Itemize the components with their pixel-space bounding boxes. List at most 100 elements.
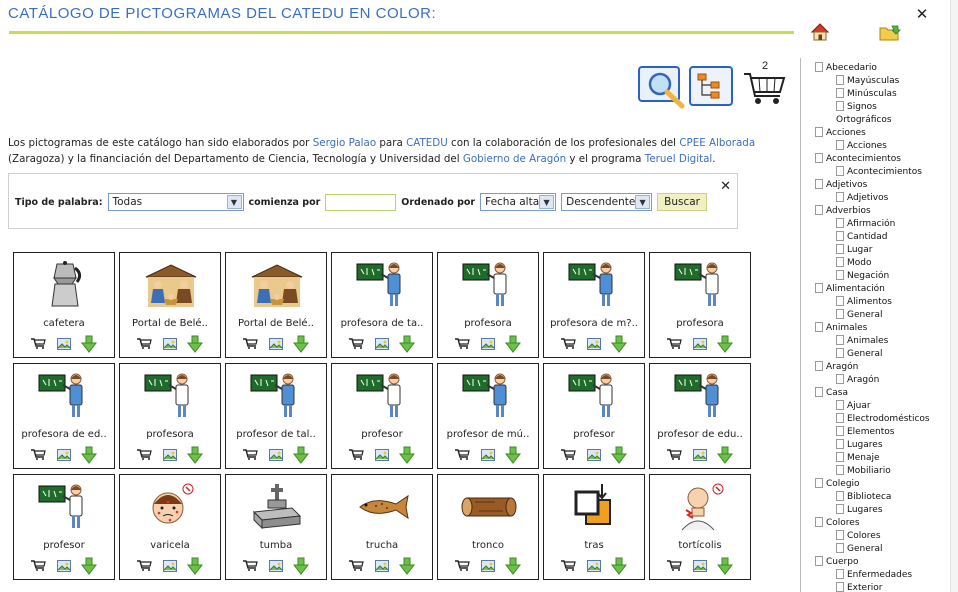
download-icon[interactable] xyxy=(610,446,628,467)
download-icon[interactable] xyxy=(610,557,628,578)
download-icon[interactable] xyxy=(292,335,310,356)
tree-subcategory[interactable]: Biblioteca xyxy=(836,491,891,504)
download-icon[interactable] xyxy=(292,557,310,578)
teacher-icon[interactable] xyxy=(461,370,517,422)
view-image-icon[interactable] xyxy=(693,449,707,464)
tree-subcategory[interactable]: Mayúsculas xyxy=(836,75,899,88)
tree-subcategory[interactable]: Acontecimientos xyxy=(836,166,922,179)
view-image-icon[interactable] xyxy=(375,449,389,464)
view-image-icon[interactable] xyxy=(481,560,495,575)
word-type-select[interactable]: Todas ▼ xyxy=(107,193,244,211)
download-icon[interactable] xyxy=(504,335,522,356)
view-image-icon[interactable] xyxy=(57,449,71,464)
catedu-link[interactable]: CATEDU xyxy=(406,137,448,149)
search-catalog-icon[interactable] xyxy=(638,66,688,113)
tree-subcategory[interactable]: Afirmación xyxy=(836,218,895,231)
download-icon[interactable] xyxy=(504,557,522,578)
pictogram-card[interactable]: profesora de ed.. xyxy=(13,363,115,469)
close-filter-icon[interactable]: ✕ xyxy=(720,179,731,194)
add-to-cart-icon[interactable] xyxy=(30,448,46,463)
pictogram-card[interactable]: profesora de ta.. xyxy=(331,252,433,358)
download-icon[interactable] xyxy=(716,557,734,578)
view-image-icon[interactable] xyxy=(57,338,71,353)
view-image-icon[interactable] xyxy=(693,338,707,353)
tomb-icon[interactable] xyxy=(249,481,305,533)
teacher-icon[interactable] xyxy=(567,370,623,422)
chevron-down-icon[interactable]: ▼ xyxy=(226,195,242,209)
add-to-cart-icon[interactable] xyxy=(560,559,576,574)
category-tree-icon[interactable] xyxy=(689,66,733,109)
pictogram-card[interactable]: cafetera xyxy=(13,252,115,358)
tree-category[interactable]: Alimentación xyxy=(815,283,885,296)
tree-subcategory[interactable]: Exterior xyxy=(836,582,883,592)
chevron-down-icon[interactable]: ▼ xyxy=(539,195,555,209)
cpee-link[interactable]: CPEE Alborada xyxy=(679,137,755,149)
open-folder-icon[interactable] xyxy=(879,24,901,45)
download-icon[interactable] xyxy=(186,557,204,578)
tree-category[interactable]: Casa xyxy=(815,387,848,400)
teacher-icon[interactable] xyxy=(461,259,517,311)
add-to-cart-icon[interactable] xyxy=(348,559,364,574)
add-to-cart-icon[interactable] xyxy=(136,448,152,463)
view-image-icon[interactable] xyxy=(587,449,601,464)
add-to-cart-icon[interactable] xyxy=(348,448,364,463)
pictogram-card[interactable]: profesor de edu.. xyxy=(649,363,751,469)
download-icon[interactable] xyxy=(80,335,98,356)
add-to-cart-icon[interactable] xyxy=(560,448,576,463)
download-icon[interactable] xyxy=(186,335,204,356)
tree-subcategory[interactable]: Animales xyxy=(836,335,888,348)
add-to-cart-icon[interactable] xyxy=(242,337,258,352)
download-icon[interactable] xyxy=(292,446,310,467)
trout-icon[interactable] xyxy=(355,481,411,533)
tree-subcategory[interactable]: General xyxy=(836,348,882,361)
tree-category[interactable]: Animales xyxy=(815,322,867,335)
view-image-icon[interactable] xyxy=(163,449,177,464)
pictogram-card[interactable]: Portal de Belé.. xyxy=(119,252,221,358)
teacher-icon[interactable] xyxy=(37,370,93,422)
teacher-icon[interactable] xyxy=(355,370,411,422)
pictogram-card[interactable]: tortícolis xyxy=(649,474,751,580)
tree-category[interactable]: Colegio xyxy=(815,478,860,491)
tree-subcategory[interactable]: Ajuar xyxy=(836,400,871,413)
teacher-icon[interactable] xyxy=(355,259,411,311)
add-to-cart-icon[interactable] xyxy=(30,337,46,352)
teacher-icon[interactable] xyxy=(249,370,305,422)
add-to-cart-icon[interactable] xyxy=(242,559,258,574)
view-image-icon[interactable] xyxy=(163,338,177,353)
tree-category[interactable]: Abecedario xyxy=(815,62,877,75)
download-icon[interactable] xyxy=(398,446,416,467)
tree-subcategory[interactable]: General xyxy=(836,309,882,322)
teacher-icon[interactable] xyxy=(143,370,199,422)
download-icon[interactable] xyxy=(80,557,98,578)
view-image-icon[interactable] xyxy=(481,449,495,464)
pictogram-card[interactable]: tronco xyxy=(437,474,539,580)
view-image-icon[interactable] xyxy=(587,338,601,353)
starts-with-input[interactable] xyxy=(325,193,397,211)
tree-category[interactable]: Adjetivos xyxy=(815,179,867,192)
view-image-icon[interactable] xyxy=(269,449,283,464)
add-to-cart-icon[interactable] xyxy=(666,448,682,463)
tree-subcategory[interactable]: Modo xyxy=(836,257,872,270)
stiff-neck-icon[interactable] xyxy=(673,481,729,533)
nativity-scene-icon[interactable] xyxy=(249,259,305,311)
search-button[interactable]: Buscar xyxy=(657,193,707,211)
view-image-icon[interactable] xyxy=(375,560,389,575)
add-to-cart-icon[interactable] xyxy=(454,559,470,574)
order-by-select[interactable]: Fecha alta ▼ xyxy=(480,193,557,211)
chickenpox-face-icon[interactable] xyxy=(143,481,199,533)
view-image-icon[interactable] xyxy=(269,338,283,353)
nativity-scene-icon[interactable] xyxy=(143,259,199,311)
teacher-icon[interactable] xyxy=(37,481,93,533)
tree-subcategory[interactable]: Adjetivos xyxy=(836,192,888,205)
tree-subcategory[interactable]: Colores xyxy=(836,530,881,543)
view-image-icon[interactable] xyxy=(163,560,177,575)
tree-subcategory[interactable]: Mobiliario xyxy=(836,465,891,478)
home-icon[interactable] xyxy=(810,22,830,45)
pictogram-card[interactable]: profesor de mú.. xyxy=(437,363,539,469)
pictogram-card[interactable]: tras xyxy=(543,474,645,580)
pictogram-card[interactable]: Portal de Belé.. xyxy=(225,252,327,358)
tree-subcategory[interactable]: Lugares xyxy=(836,439,883,452)
download-icon[interactable] xyxy=(398,335,416,356)
pictogram-card[interactable]: profesor xyxy=(543,363,645,469)
download-icon[interactable] xyxy=(504,446,522,467)
